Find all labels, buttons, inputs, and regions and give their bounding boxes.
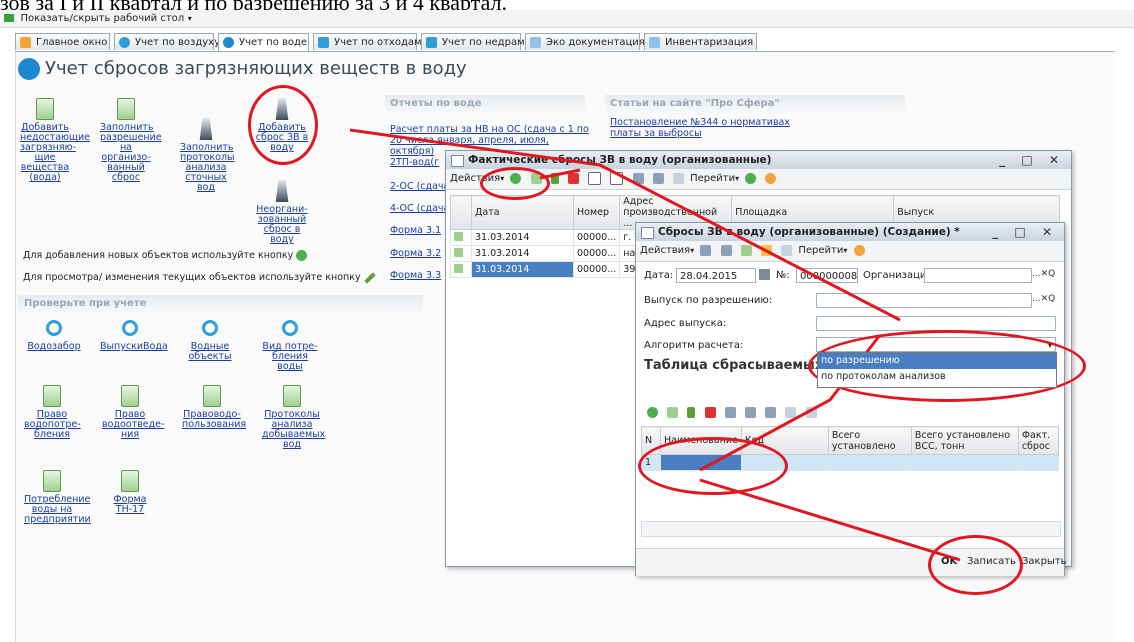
dropdown-option[interactable]: по протоколам анализов bbox=[818, 369, 1056, 385]
dropdown-option[interactable]: по разрешению bbox=[818, 353, 1056, 369]
annotation-circle bbox=[480, 167, 550, 200]
algorithm-dropdown: по разрешению по протоколам анализов bbox=[817, 352, 1057, 388]
annotation-circle bbox=[638, 437, 788, 495]
annotation-circle bbox=[248, 85, 318, 165]
annotation-circle bbox=[928, 535, 1023, 595]
